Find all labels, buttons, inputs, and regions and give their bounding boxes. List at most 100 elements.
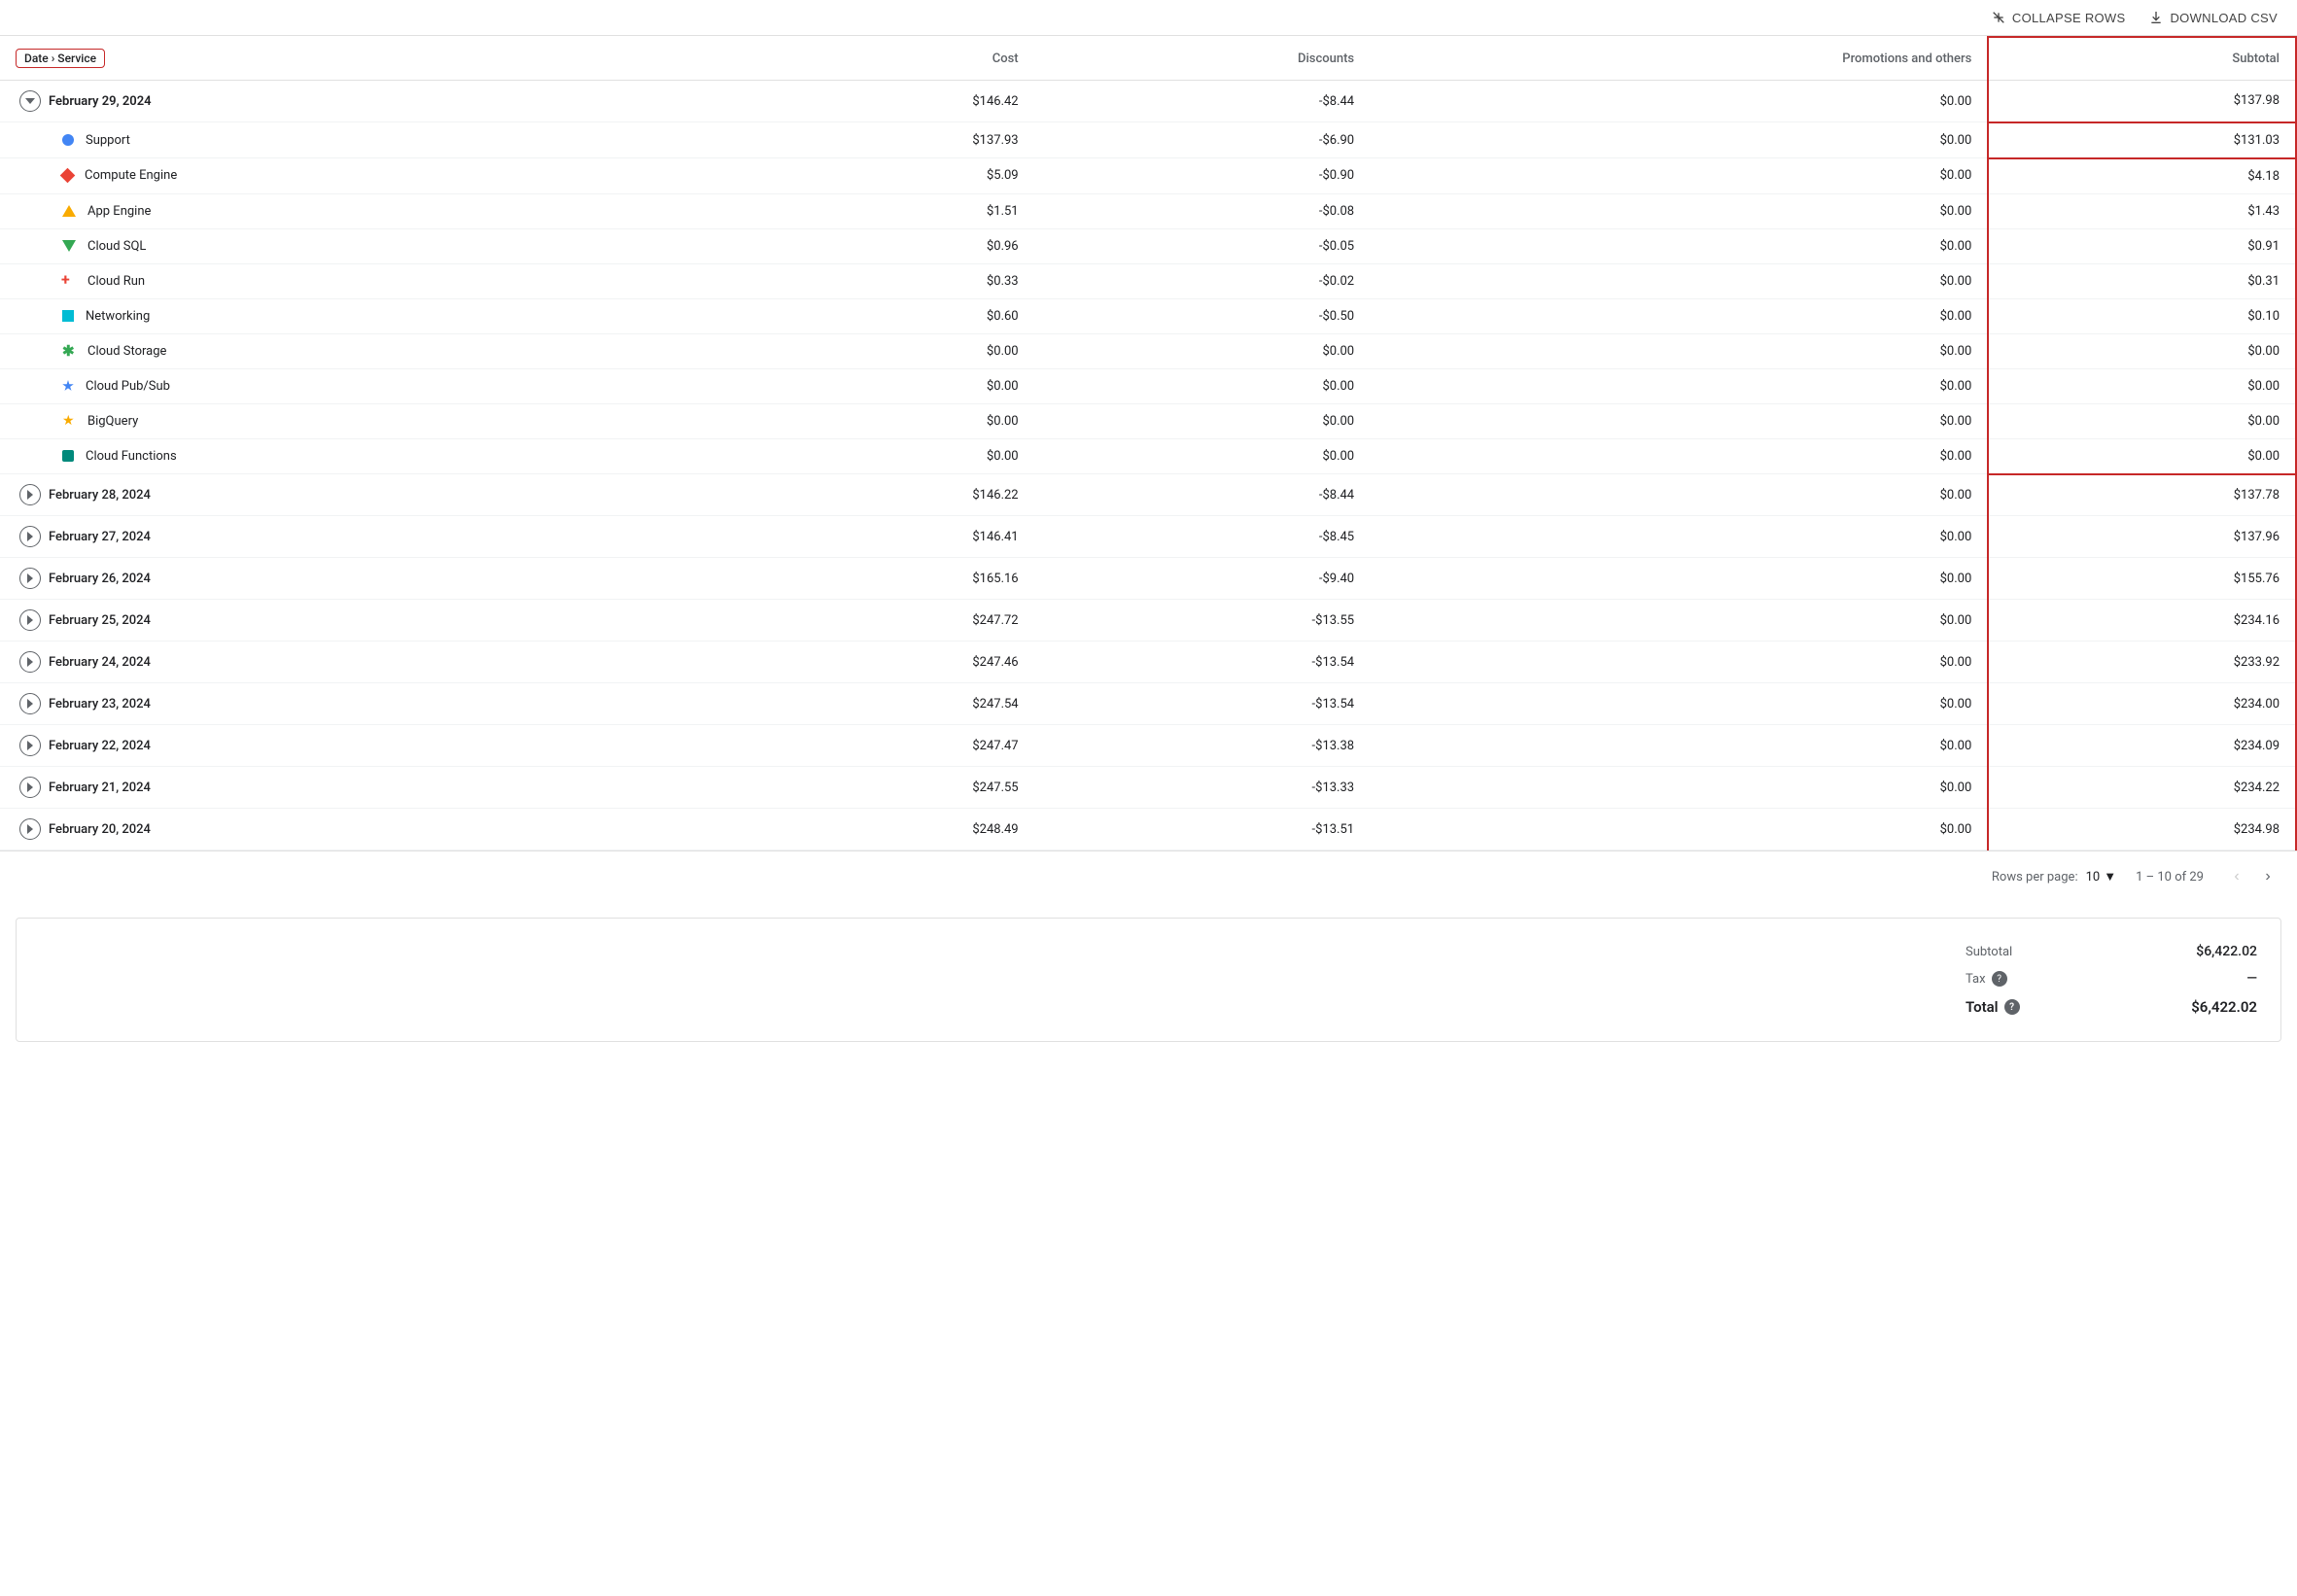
- expand-row-button[interactable]: [19, 735, 41, 756]
- next-page-button[interactable]: ›: [2254, 863, 2281, 890]
- chevron-right-icon: [27, 532, 33, 541]
- col-header-discounts: Discounts: [1034, 37, 1371, 81]
- col-header-promotions: Promotions and others: [1370, 37, 1988, 81]
- date-discounts: -$8.44: [1034, 474, 1371, 516]
- breadcrumb: Date › Service: [16, 49, 105, 68]
- download-csv-label: DOWNLOAD CSV: [2170, 11, 2278, 25]
- service-promotions: $0.00: [1370, 403, 1988, 438]
- expand-row-button[interactable]: [19, 693, 41, 714]
- service-cell: ★ BigQuery: [0, 403, 739, 438]
- date-promotions: $0.00: [1370, 558, 1988, 600]
- collapsed-date-cell: February 24, 2024: [0, 642, 739, 683]
- date-label: February 20, 2024: [49, 822, 151, 837]
- service-discounts: -$0.50: [1034, 298, 1371, 333]
- service-name: Cloud Pub/Sub: [86, 379, 170, 394]
- service-discounts: $0.00: [1034, 403, 1371, 438]
- expand-row-button[interactable]: [19, 526, 41, 547]
- service-subtotal: $0.00: [1988, 368, 2296, 403]
- date-subtotal: $233.92: [1988, 642, 2296, 683]
- service-cell: App Engine: [0, 193, 739, 228]
- pagination-bar: Rows per page: 10 ▼ 1 – 10 of 29 ‹ ›: [0, 850, 2297, 902]
- table-row: ✱ Cloud Storage $0.00 $0.00 $0.00 $0.00: [0, 333, 2296, 368]
- date-cost: $248.49: [739, 809, 1034, 850]
- date-discounts: -$13.54: [1034, 683, 1371, 725]
- table-row: Cloud SQL $0.96 -$0.05 $0.00 $0.91: [0, 228, 2296, 263]
- service-cost: $0.96: [739, 228, 1034, 263]
- date-subtotal: $234.09: [1988, 725, 2296, 767]
- table-row: February 29, 2024 $146.42 -$8.44 $0.00 $…: [0, 81, 2296, 122]
- table-row: Networking $0.60 -$0.50 $0.00 $0.10: [0, 298, 2296, 333]
- date-discounts: -$9.40: [1034, 558, 1371, 600]
- table-row: February 27, 2024 $146.41 -$8.45 $0.00 $…: [0, 516, 2296, 558]
- total-info-icon[interactable]: ?: [2004, 999, 2020, 1015]
- date-discounts: -$13.38: [1034, 725, 1371, 767]
- service-promotions: $0.00: [1370, 263, 1988, 298]
- date-promotions: $0.00: [1370, 725, 1988, 767]
- expand-row-button[interactable]: [19, 777, 41, 798]
- date-subtotal: $234.98: [1988, 809, 2296, 850]
- prev-page-button[interactable]: ‹: [2223, 863, 2250, 890]
- chevron-right-icon: [27, 573, 33, 583]
- service-cost: $5.09: [739, 158, 1034, 194]
- table-row: Compute Engine $5.09 -$0.90 $0.00 $4.18: [0, 158, 2296, 194]
- col-header-cost: Cost: [739, 37, 1034, 81]
- service-promotions: $0.00: [1370, 228, 1988, 263]
- table-row: February 20, 2024 $248.49 -$13.51 $0.00 …: [0, 809, 2296, 850]
- collapsed-date-cell: February 20, 2024: [0, 809, 739, 850]
- date-subtotal: $234.00: [1988, 683, 2296, 725]
- table-row: Cloud Functions Toggle node $0.00 $0.00 …: [0, 438, 2296, 474]
- subtotal-label: Subtotal: [1966, 945, 2012, 959]
- tax-row: Tax ? —: [1966, 965, 2257, 992]
- expanded-cost: $146.42: [739, 81, 1034, 122]
- chevron-right-icon: [27, 741, 33, 750]
- collapsed-date-cell: February 22, 2024: [0, 725, 739, 767]
- download-csv-icon: [2148, 10, 2164, 25]
- service-discounts: $0.00: [1034, 333, 1371, 368]
- date-discounts: -$13.51: [1034, 809, 1371, 850]
- date-label: February 26, 2024: [49, 572, 151, 586]
- cloud-run-icon: +: [62, 274, 76, 288]
- expand-row-button[interactable]: [19, 651, 41, 673]
- date-promotions: $0.00: [1370, 600, 1988, 642]
- date-subtotal: $137.78: [1988, 474, 2296, 516]
- collapsed-date-cell: February 21, 2024: [0, 767, 739, 809]
- table-row: February 26, 2024 $165.16 -$9.40 $0.00 $…: [0, 558, 2296, 600]
- date-subtotal: $137.96: [1988, 516, 2296, 558]
- expand-row-button[interactable]: [19, 818, 41, 840]
- service-cell: Cloud SQL: [0, 228, 739, 263]
- date-label: February 25, 2024: [49, 613, 151, 628]
- support-icon: [62, 134, 74, 146]
- service-discounts: -$0.90: [1034, 158, 1371, 194]
- service-discounts: -$0.08: [1034, 193, 1371, 228]
- service-subtotal: $0.31: [1988, 263, 2296, 298]
- date-subtotal: $234.16: [1988, 600, 2296, 642]
- download-csv-button[interactable]: DOWNLOAD CSV: [2148, 10, 2278, 25]
- date-cost: $146.41: [739, 516, 1034, 558]
- service-cost: $137.93: [739, 122, 1034, 158]
- chevron-right-icon: [27, 615, 33, 625]
- expand-row-button[interactable]: [19, 568, 41, 589]
- cloud-pubsub-icon: [62, 380, 74, 392]
- rows-per-page-select[interactable]: 10 ▼: [2086, 869, 2117, 885]
- col-header-date-service: Date › Service: [0, 37, 739, 81]
- tax-info-icon[interactable]: ?: [1992, 971, 2007, 987]
- rows-per-page-value: 10: [2086, 870, 2101, 885]
- date-discounts: -$8.45: [1034, 516, 1371, 558]
- bigquery-icon: ★: [62, 414, 76, 428]
- collapse-rows-button[interactable]: COLLAPSE ROWS: [1991, 10, 2126, 25]
- service-promotions: $0.00: [1370, 158, 1988, 194]
- collapse-row-button[interactable]: [19, 90, 41, 112]
- collapsed-date-cell: February 25, 2024: [0, 600, 739, 642]
- cloud-functions-icon: [62, 450, 74, 462]
- service-promotions: $0.00: [1370, 368, 1988, 403]
- networking-icon: [62, 310, 74, 322]
- collapse-rows-label: COLLAPSE ROWS: [2012, 11, 2126, 25]
- collapsed-date-cell: February 27, 2024: [0, 516, 739, 558]
- expand-row-button[interactable]: [19, 484, 41, 505]
- table-row: February 21, 2024 $247.55 -$13.33 $0.00 …: [0, 767, 2296, 809]
- expand-row-button[interactable]: [19, 609, 41, 631]
- date-cost: $247.54: [739, 683, 1034, 725]
- service-subtotal: $0.00: [1988, 438, 2296, 474]
- service-promotions: $0.00: [1370, 122, 1988, 158]
- service-cell: ✱ Cloud Storage: [0, 333, 739, 368]
